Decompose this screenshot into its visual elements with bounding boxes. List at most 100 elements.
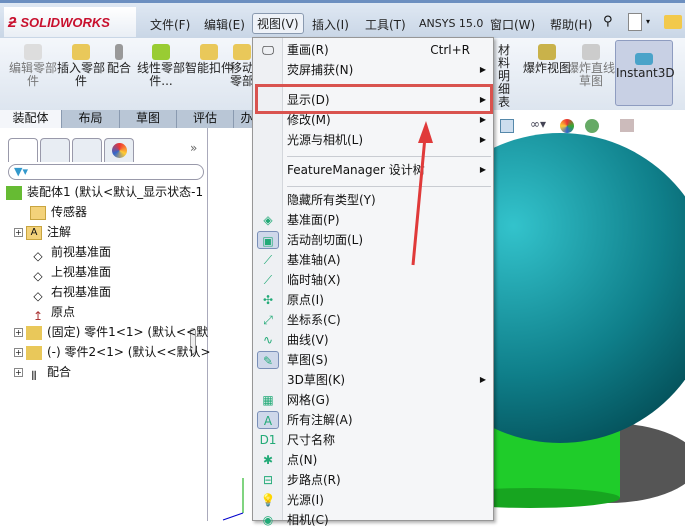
view-orientation-icon[interactable] bbox=[500, 119, 514, 133]
sensor-folder-icon bbox=[30, 205, 46, 220]
instant3d-button[interactable]: Instant3D bbox=[615, 40, 675, 106]
tree-item-mates[interactable]: + ⫴ 配合 bbox=[14, 362, 72, 383]
menu-label: 重画(R) bbox=[287, 43, 329, 57]
annotation-arrow bbox=[411, 121, 433, 266]
expand-chevron-icon[interactable]: » bbox=[190, 141, 197, 155]
menu-item[interactable]: 步路点(R) bbox=[287, 470, 492, 490]
tree-item-right-plane[interactable]: ◇ 右视基准面 bbox=[30, 282, 111, 303]
tree-item-annotations[interactable]: + A 注解 bbox=[14, 222, 71, 242]
menu-item[interactable]: 尺寸名称 bbox=[287, 430, 492, 450]
smart-fasteners-button[interactable]: 智能扣件 bbox=[184, 44, 234, 75]
tree-item-label: (-) 零件2<1> (默认<<默认> bbox=[47, 345, 211, 359]
menu-item[interactable]: 基准轴(A) bbox=[287, 250, 492, 270]
menu-item[interactable]: 曲线(V) bbox=[287, 330, 492, 350]
panel-tabs: » bbox=[8, 138, 203, 162]
menu-window[interactable]: 窗口(W) bbox=[486, 15, 539, 34]
axis-icon: ⟋ bbox=[263, 253, 273, 267]
menu-item[interactable]: 隐藏所有类型(Y) bbox=[287, 190, 492, 210]
scene-icon[interactable] bbox=[585, 119, 599, 133]
section-icon: ▣ bbox=[257, 231, 279, 249]
display-style-icon[interactable]: ∞▾ bbox=[530, 117, 546, 131]
menu-item-lights-cameras[interactable]: 光源与相机(L) ▶ bbox=[287, 130, 492, 150]
view-settings-icon[interactable] bbox=[620, 119, 634, 132]
insert-component-icon bbox=[72, 44, 90, 60]
tree-item-origin[interactable]: ↥ 原点 bbox=[30, 302, 75, 323]
tree-filter[interactable]: ▼▾ bbox=[8, 164, 204, 180]
tree-item-top-plane[interactable]: ◇ 上视基准面 bbox=[30, 262, 111, 283]
menu-item[interactable]: 草图(S) bbox=[287, 350, 492, 370]
tab-sketch[interactable]: 草图 bbox=[120, 110, 177, 128]
menu-item[interactable]: 相机(C) bbox=[287, 510, 492, 530]
tree-item-sensors[interactable]: 传感器 bbox=[30, 202, 87, 222]
tab-assembly[interactable]: 装配体 bbox=[0, 110, 62, 128]
submenu-arrow-icon: ▶ bbox=[479, 135, 486, 144]
menu-ansys[interactable]: ANSYS 15.0 bbox=[415, 16, 487, 31]
menu-file[interactable]: 文件(F) bbox=[146, 15, 194, 34]
point-icon: ✱ bbox=[262, 453, 274, 467]
menu-view[interactable]: 视图(V) bbox=[252, 13, 304, 34]
view-menu-dropdown: 🖵 重画(R) Ctrl+R 荧屏捕获(N) ▶ 显示(D) ▶ 修改(M) ▶ 光源与… bbox=[252, 37, 494, 527]
menu-item[interactable]: 基准面(P) bbox=[287, 210, 492, 230]
open-folder-icon[interactable] bbox=[664, 15, 682, 29]
menu-item-display[interactable]: 显示(D) ▶ bbox=[287, 90, 492, 110]
submenu-arrow-icon: ▶ bbox=[479, 95, 486, 104]
insert-component-button[interactable]: 插入零部件 bbox=[56, 44, 106, 88]
tab-layout[interactable]: 布局 bbox=[62, 110, 120, 128]
instant3d-icon bbox=[635, 53, 653, 65]
menu-item[interactable]: 坐标系(C) bbox=[287, 310, 492, 330]
menu-label: 活动剖切面(L) bbox=[287, 233, 364, 247]
expand-icon[interactable]: + bbox=[14, 348, 23, 357]
new-document-icon[interactable] bbox=[628, 13, 642, 31]
menu-item-redraw[interactable]: 重画(R) Ctrl+R bbox=[287, 40, 492, 60]
exploded-view-button[interactable]: 爆炸视图 bbox=[522, 44, 572, 75]
expand-icon[interactable]: + bbox=[14, 228, 23, 237]
menu-item[interactable]: 活动剖切面(L) bbox=[287, 230, 492, 250]
chevron-down-icon[interactable]: ▾ bbox=[646, 17, 650, 26]
menu-help[interactable]: 帮助(H) bbox=[546, 15, 596, 34]
menu-edit[interactable]: 编辑(E) bbox=[200, 15, 249, 34]
menu-item[interactable]: 临时轴(X) bbox=[287, 270, 492, 290]
menu-label: 修改(M) bbox=[287, 113, 331, 127]
configuration-manager-tab[interactable] bbox=[72, 138, 102, 162]
tree-item-part1[interactable]: + (固定) 零件1<1> (默认<<默 bbox=[14, 322, 208, 342]
menu-item[interactable]: 所有注解(A) bbox=[287, 410, 492, 430]
edit-component-button[interactable]: 编辑零部件 bbox=[8, 44, 58, 88]
menu-item-screen-capture[interactable]: 荧屏捕获(N) ▶ bbox=[287, 60, 492, 80]
tree-item-front-plane[interactable]: ◇ 前视基准面 bbox=[30, 242, 111, 263]
tree-item-label: 配合 bbox=[47, 365, 72, 379]
menu-item-modify[interactable]: 修改(M) ▶ bbox=[287, 110, 492, 130]
expand-icon[interactable]: + bbox=[14, 368, 23, 377]
plane-icon: ◇ bbox=[33, 268, 43, 283]
menu-tools[interactable]: 工具(T) bbox=[361, 15, 410, 34]
expand-icon[interactable]: + bbox=[14, 328, 23, 337]
menu-insert[interactable]: 插入(I) bbox=[308, 15, 353, 34]
appearance-icon[interactable] bbox=[560, 119, 574, 133]
display-manager-tab[interactable] bbox=[104, 138, 134, 162]
tab-evaluate[interactable]: 评估 bbox=[177, 110, 234, 128]
tree-item-assembly[interactable]: 装配体1 (默认<默认_显示状态-1 bbox=[6, 182, 203, 202]
solidworks-logo: ƻ SOLIDWORKS bbox=[4, 7, 136, 37]
menu-item-featuremanager-tree[interactable]: FeatureManager 设计树 ▶ bbox=[287, 160, 492, 180]
tree-item-part2[interactable]: + (-) 零件2<1> (默认<<默认> bbox=[14, 342, 211, 362]
menu-item[interactable]: 网格(G) bbox=[287, 390, 492, 410]
exploded-view-icon bbox=[538, 44, 556, 60]
menu-label: 隐藏所有类型(Y) bbox=[287, 193, 376, 207]
tree-item-label: (固定) 零件1<1> (默认<<默 bbox=[47, 325, 209, 339]
property-manager-tab[interactable] bbox=[40, 138, 70, 162]
camera-icon: ◉ bbox=[262, 513, 274, 527]
feature-manager-tab[interactable] bbox=[8, 138, 38, 162]
menu-item[interactable]: 原点(I) bbox=[287, 290, 492, 310]
menu-item[interactable]: 点(N) bbox=[287, 450, 492, 470]
arrow-head bbox=[418, 121, 433, 143]
button-label: Instant3D bbox=[616, 66, 675, 80]
curve-icon: ∿ bbox=[262, 333, 274, 347]
explode-line-sketch-button[interactable]: 爆炸直线草图 bbox=[566, 44, 616, 88]
menu-item[interactable]: 3D草图(K) ▶ bbox=[287, 370, 492, 390]
bom-button[interactable]: 材料明细表 bbox=[494, 44, 514, 109]
linear-pattern-button[interactable]: 线性零部件... bbox=[136, 44, 186, 88]
menu-label: 荧屏捕获(N) bbox=[287, 63, 354, 77]
pin-icon[interactable]: ⚲ bbox=[603, 14, 613, 29]
mate-button[interactable]: 配合 bbox=[100, 44, 138, 75]
annotation-icon: A bbox=[257, 411, 279, 429]
menu-item[interactable]: 光源(I) bbox=[287, 490, 492, 510]
